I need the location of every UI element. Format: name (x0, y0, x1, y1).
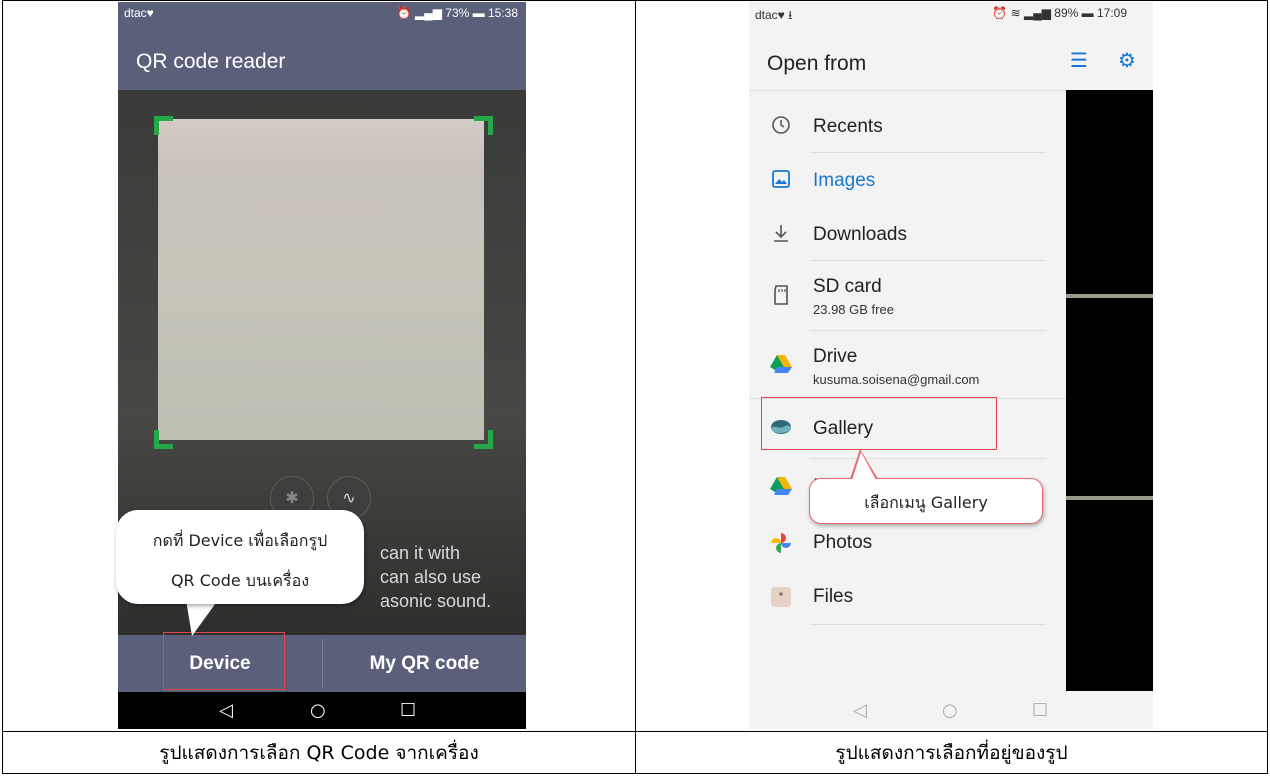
instruction-text: can also use (380, 567, 482, 587)
left-caption: รูปแสดงการเลือก QR Code จากเครื่อง (159, 742, 479, 764)
status-indicators: ⏰ ≋ ▂▄▆ 89% ▬ 17:09 (992, 6, 1127, 20)
callout-bubble: เลือกเมนู Gallery (809, 478, 1043, 524)
drawer-item-downloads[interactable]: Downloads (749, 211, 1066, 259)
callout-line: QR Code บนเครื่อง (170, 571, 310, 590)
gallery-highlight-box (761, 397, 997, 450)
scan-corner-marker (154, 430, 173, 449)
list-view-icon[interactable]: ☰ (1070, 48, 1088, 72)
callout-line: กดที่ Device เพื่อเลือกรูป (152, 531, 328, 550)
toolbar: ☰ ⚙ (1066, 26, 1153, 90)
carrier-label: dtac♥ ⭳ (755, 8, 793, 22)
carrier-label: dtac♥ (124, 6, 154, 20)
scan-corner-marker (474, 116, 493, 135)
drawer-item-drive[interactable]: Drive kusuma.soisena@gmail.com (749, 336, 1066, 398)
callout-bubble: กดที่ Device เพื่อเลือกรูป QR Code บนเคร… (116, 510, 364, 604)
item-subtitle: 23.98 GB free (813, 302, 894, 317)
divider (810, 152, 1046, 153)
instruction-text: can it with (380, 543, 461, 563)
home-icon[interactable]: ○ (310, 700, 326, 721)
status-indicators: ⏰ ▂▄▆ 73% ▬ 15:38 (396, 6, 518, 20)
status-bar: dtac♥ ⭳ ⏰ ≋ ▂▄▆ 89% ▬ 17:09 (749, 2, 1153, 26)
app-bar: QR code reader (118, 26, 526, 90)
callout-tail-fill (852, 452, 876, 480)
divider (810, 330, 1046, 331)
back-icon[interactable]: ◁ (219, 700, 233, 721)
thumbnail-edge (1066, 496, 1153, 500)
photos-icon (769, 532, 793, 556)
my-qr-code-button[interactable]: My QR code (323, 635, 526, 692)
divider (810, 624, 1046, 625)
drawer-item-photos[interactable]: Photos (749, 520, 1066, 568)
drawer-item-recents[interactable]: Recents (749, 103, 1066, 151)
nav-bar: ◁ ○ ☐ (749, 691, 1153, 729)
item-label: Files (813, 586, 854, 607)
drive-icon (769, 476, 793, 500)
app-title: QR code reader (136, 50, 286, 73)
divider (810, 260, 1046, 261)
drawer-title: Open from (767, 52, 867, 75)
files-icon (769, 586, 793, 610)
drawer-item-images[interactable]: Images (749, 157, 1066, 205)
qr-reader-screenshot: dtac♥ ⏰ ▂▄▆ 73% ▬ 15:38 QR code reader ✱… (118, 2, 526, 729)
instruction-text: asonic sound. (380, 591, 492, 611)
nav-bar: ◁ ○ ☐ (118, 692, 526, 729)
callout-tail (186, 600, 218, 636)
recents-icon[interactable]: ☐ (400, 700, 416, 721)
item-label: Recents (813, 116, 883, 137)
scan-corner-marker (474, 430, 493, 449)
column-divider (635, 0, 636, 774)
thumbnail-edge (1066, 294, 1153, 298)
item-label: Downloads (813, 224, 907, 245)
image-icon (769, 169, 793, 193)
item-label: Photos (813, 532, 873, 553)
sd-card-icon (769, 284, 793, 308)
item-label: SD card (813, 276, 882, 297)
item-label: Drive (813, 346, 858, 367)
drawer-item-files[interactable]: Files (749, 574, 1066, 622)
settings-icon[interactable]: ⚙ (1118, 48, 1136, 72)
divider (749, 90, 1066, 91)
item-label: Images (813, 170, 876, 191)
back-icon[interactable]: ◁ (853, 700, 867, 721)
navigation-drawer: Open from Recents Images Downloads SD ca… (749, 26, 1066, 691)
recents-icon[interactable]: ☐ (1032, 700, 1048, 721)
right-caption: รูปแสดงการเลือกที่อยู่ของรูป (835, 742, 1068, 764)
callout-text: เลือกเมนู Gallery (864, 493, 988, 512)
divider (810, 458, 1046, 459)
drive-icon (769, 354, 793, 378)
device-highlight-box (163, 632, 285, 690)
file-grid-background: ☰ ⚙ (1066, 26, 1153, 691)
clock-icon (769, 115, 793, 139)
row-divider (2, 731, 1268, 732)
home-icon[interactable]: ○ (942, 700, 958, 721)
item-subtitle: kusuma.soisena@gmail.com (813, 372, 980, 387)
download-icon (769, 223, 793, 247)
scan-area (158, 119, 484, 440)
drawer-item-sd-card[interactable]: SD card 23.98 GB free (749, 266, 1066, 328)
scan-corner-marker (154, 116, 173, 135)
status-bar: dtac♥ ⏰ ▂▄▆ 73% ▬ 15:38 (118, 2, 526, 26)
open-from-screenshot: dtac♥ ⭳ ⏰ ≋ ▂▄▆ 89% ▬ 17:09 ☰ ⚙ Open fro… (749, 2, 1153, 729)
